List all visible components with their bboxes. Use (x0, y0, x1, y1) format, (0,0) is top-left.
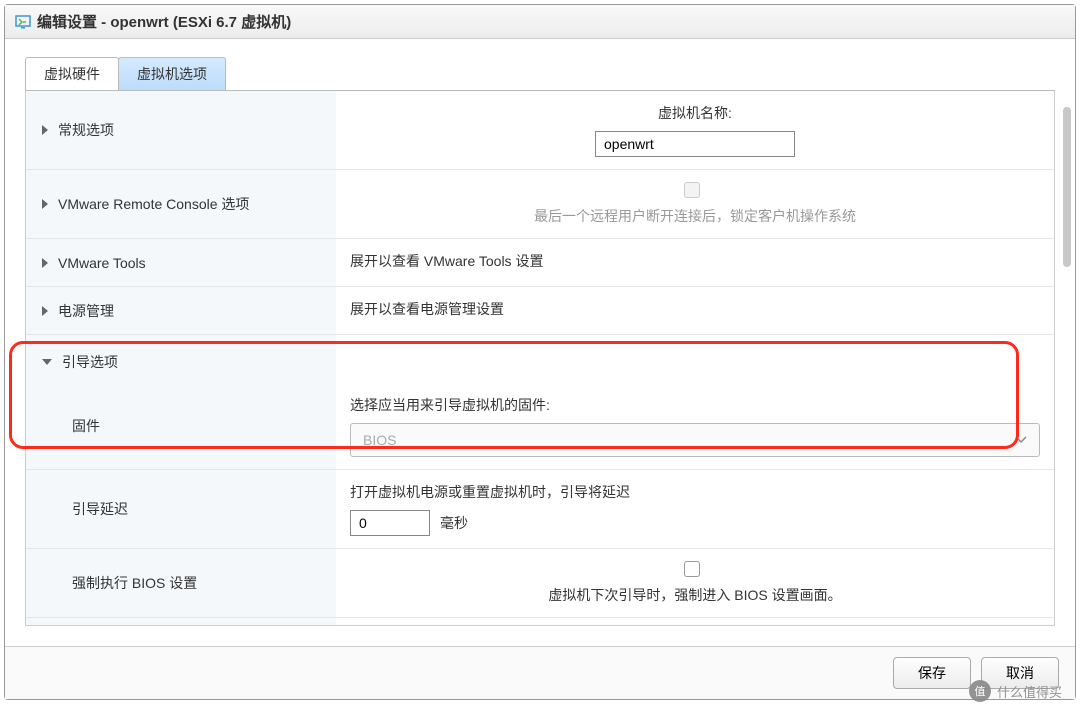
vmware-tools-desc: 展开以查看 VMware Tools 设置 (350, 251, 1040, 271)
row-label: VMware Remote Console 选项 (58, 194, 249, 214)
save-button[interactable]: 保存 (893, 657, 971, 689)
row-force-bios: 强制执行 BIOS 设置 虚拟机下次引导时，强制进入 BIOS 设置画面。 (26, 549, 1054, 618)
vm-name-input[interactable] (595, 131, 795, 157)
scrollbar-thumb[interactable] (1063, 107, 1071, 267)
row-label: VMware Tools (58, 255, 146, 271)
remote-console-desc: 最后一个远程用户断开连接后，锁定客户机操作系统 (534, 206, 856, 226)
dialog-title: 编辑设置 - openwrt (ESXi 6.7 虚拟机) (37, 11, 291, 32)
tab-virtual-hardware[interactable]: 虚拟硬件 (25, 57, 119, 90)
firmware-value: BIOS (363, 432, 396, 448)
row-label: 常规选项 (58, 120, 114, 140)
vm-name-label: 虚拟机名称: (658, 103, 732, 123)
row-remote-console[interactable]: VMware Remote Console 选项 最后一个远程用户断开连接后，锁… (26, 170, 1054, 239)
chevron-down-icon (42, 359, 52, 365)
chevron-right-icon (42, 306, 48, 316)
firmware-select[interactable]: BIOS (350, 423, 1040, 457)
row-general-options[interactable]: 常规选项 虚拟机名称: (26, 91, 1054, 170)
boot-delay-unit: 毫秒 (440, 513, 468, 533)
edit-settings-dialog: 编辑设置 - openwrt (ESXi 6.7 虚拟机) 虚拟硬件 虚拟机选项… (4, 4, 1076, 700)
vm-icon (15, 14, 31, 30)
boot-delay-desc: 打开虚拟机电源或重置虚拟机时，引导将延迟 (350, 482, 1040, 502)
dialog-body: 虚拟硬件 虚拟机选项 常规选项 虚拟机名称: VMware Remote Con… (5, 39, 1075, 646)
firmware-label: 固件 (72, 416, 100, 436)
power-mgmt-desc: 展开以查看电源管理设置 (350, 299, 1040, 319)
row-power-management[interactable]: 电源管理 展开以查看电源管理设置 (26, 287, 1054, 335)
dialog-footer: 保存 取消 (5, 646, 1075, 699)
scrollbar[interactable] (1063, 107, 1073, 629)
watermark-icon: 值 (969, 680, 991, 702)
force-bios-label: 强制执行 BIOS 设置 (72, 573, 197, 593)
tab-vm-options[interactable]: 虚拟机选项 (118, 57, 226, 90)
chevron-down-icon (1015, 434, 1027, 446)
row-boot-fail-recover: 引导失败后恢复 虚拟机找不到引导设备时，在以下时间后自动重试引导 (26, 618, 1054, 626)
watermark-text: 什么值得买 (997, 682, 1062, 701)
boot-delay-input[interactable] (350, 510, 430, 536)
watermark: 值 什么值得买 (969, 680, 1062, 702)
firmware-desc: 选择应当用来引导虚拟机的固件: (350, 395, 1040, 415)
row-vmware-tools[interactable]: VMware Tools 展开以查看 VMware Tools 设置 (26, 239, 1054, 287)
boot-delay-label: 引导延迟 (72, 499, 128, 519)
row-firmware: 固件 选择应当用来引导虚拟机的固件: BIOS (26, 383, 1054, 470)
force-bios-desc: 虚拟机下次引导时，强制进入 BIOS 设置画面。 (548, 585, 841, 605)
chevron-right-icon (42, 125, 48, 135)
row-label: 电源管理 (58, 301, 114, 321)
tab-bar: 虚拟硬件 虚拟机选项 (25, 57, 1055, 91)
row-boot-options[interactable]: 引导选项 (26, 335, 1054, 383)
row-boot-delay: 引导延迟 打开虚拟机电源或重置虚拟机时，引导将延迟 毫秒 (26, 470, 1054, 549)
chevron-right-icon (42, 199, 48, 209)
lock-guest-checkbox (684, 182, 700, 198)
settings-panel: 常规选项 虚拟机名称: VMware Remote Console 选项 最后一… (25, 91, 1055, 626)
row-label: 引导选项 (62, 352, 118, 372)
force-bios-checkbox[interactable] (684, 561, 700, 577)
dialog-title-bar: 编辑设置 - openwrt (ESXi 6.7 虚拟机) (5, 5, 1075, 39)
chevron-right-icon (42, 258, 48, 268)
